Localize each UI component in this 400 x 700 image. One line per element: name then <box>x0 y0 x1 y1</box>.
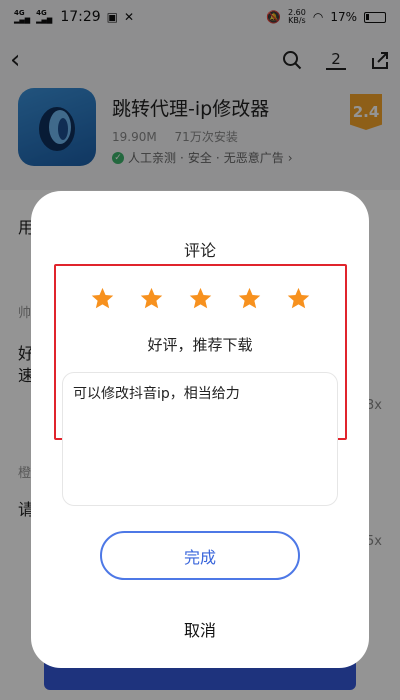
star-icon[interactable] <box>90 286 115 311</box>
star-icon[interactable] <box>139 286 164 311</box>
cancel-button[interactable]: 取消 <box>31 617 369 641</box>
dialog-title: 评论 <box>183 241 216 260</box>
rating-description: 好评，推荐下载 <box>147 336 253 354</box>
done-button[interactable]: 完成 <box>100 531 300 580</box>
star-icon[interactable] <box>188 286 213 311</box>
star-icon[interactable] <box>286 286 311 311</box>
star-icon[interactable] <box>237 286 262 311</box>
comment-textarea[interactable]: 可以修改抖音ip，相当给力 <box>62 372 338 506</box>
star-rating[interactable] <box>31 286 369 311</box>
review-dialog: 评论 好评，推荐下载 可以修改抖音ip，相当给力 完成 取消 <box>31 191 369 668</box>
